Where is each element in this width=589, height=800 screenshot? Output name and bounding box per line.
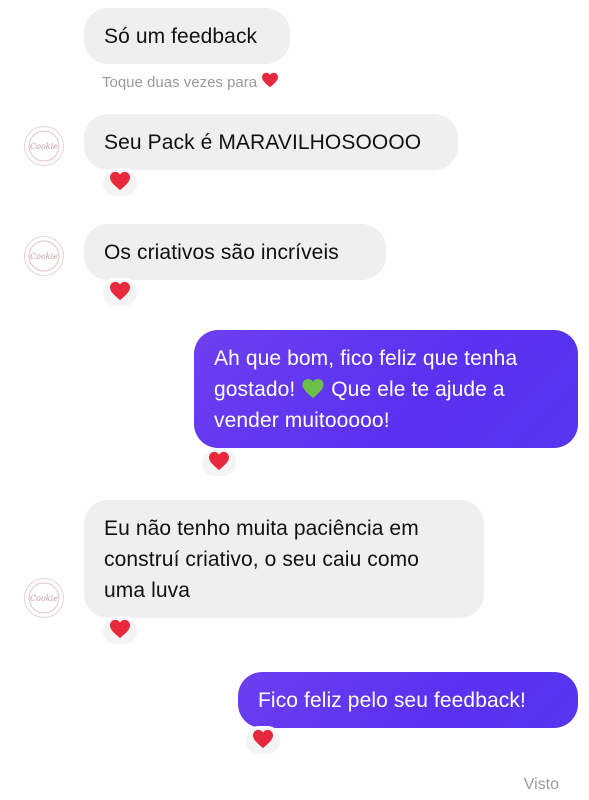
message-bubble-incoming[interactable]: Só um feedback bbox=[84, 8, 290, 64]
svg-text:Cookie: Cookie bbox=[30, 252, 58, 261]
green-heart-icon bbox=[301, 378, 325, 401]
double-tap-hint: Toque duas vezes para bbox=[102, 72, 279, 92]
avatar-logo-icon: Cookie bbox=[28, 240, 60, 272]
seen-status: Visto bbox=[523, 776, 559, 793]
avatar[interactable]: Cookie bbox=[24, 236, 64, 276]
message-bubble-incoming[interactable]: Eu não tenho muita paciência em construí… bbox=[84, 500, 484, 618]
message-bubble-incoming[interactable]: Seu Pack é MARAVILHOSOOOO bbox=[84, 114, 458, 170]
message-text: Eu não tenho muita paciência em construí… bbox=[104, 516, 420, 602]
message-text: Ah que bom, fico feliz que tenha gostado… bbox=[214, 343, 517, 436]
avatar-logo-icon: Cookie bbox=[28, 130, 60, 162]
message-text: Só um feedback bbox=[104, 24, 258, 48]
heart-reaction[interactable] bbox=[200, 448, 238, 478]
heart-icon bbox=[109, 281, 131, 306]
avatar-logo-icon: Cookie bbox=[28, 582, 60, 614]
message-bubble-incoming[interactable]: Os criativos são incríveis bbox=[84, 224, 386, 280]
heart-icon bbox=[261, 72, 279, 92]
heart-icon bbox=[208, 451, 230, 476]
heart-reaction[interactable] bbox=[101, 168, 139, 198]
svg-text:Cookie: Cookie bbox=[30, 594, 58, 603]
heart-reaction[interactable] bbox=[101, 278, 139, 308]
heart-icon bbox=[252, 729, 274, 754]
message-text: Fico feliz pelo seu feedback! bbox=[258, 688, 526, 712]
heart-reaction[interactable] bbox=[101, 616, 139, 646]
message-text: Seu Pack é MARAVILHOSOOOO bbox=[104, 130, 422, 154]
message-bubble-outgoing[interactable]: Ah que bom, fico feliz que tenha gostado… bbox=[194, 330, 578, 448]
avatar[interactable]: Cookie bbox=[24, 126, 64, 166]
svg-text:Cookie: Cookie bbox=[30, 142, 58, 151]
heart-reaction[interactable] bbox=[244, 726, 282, 756]
avatar[interactable]: Cookie bbox=[24, 578, 64, 618]
heart-icon bbox=[109, 171, 131, 196]
message-bubble-outgoing[interactable]: Fico feliz pelo seu feedback! bbox=[238, 672, 578, 728]
heart-icon bbox=[109, 619, 131, 644]
hint-text: Toque duas vezes para bbox=[102, 73, 258, 91]
message-text: Os criativos são incríveis bbox=[104, 240, 339, 264]
